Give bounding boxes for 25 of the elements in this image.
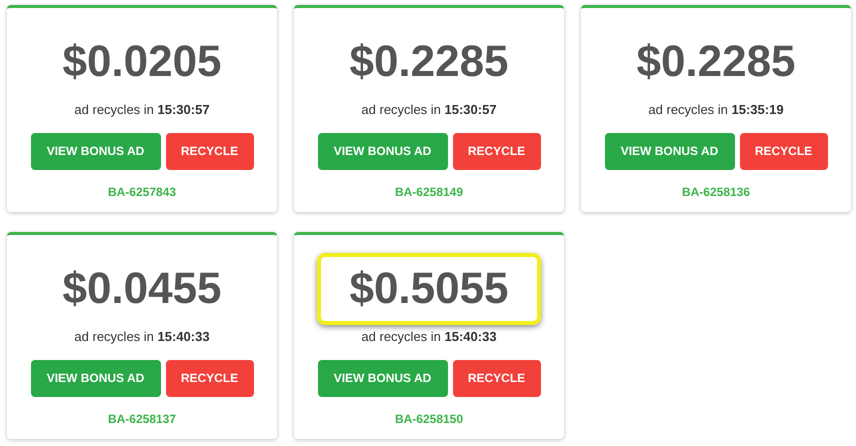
view-bonus-ad-button[interactable]: VIEW BONUS AD xyxy=(318,360,448,396)
view-bonus-ad-button[interactable]: VIEW BONUS AD xyxy=(30,132,160,170)
view-bonus-ad-button[interactable]: VIEW BONUS AD xyxy=(604,132,734,170)
recycle-button[interactable]: RECYCLE xyxy=(166,360,254,396)
price: $0.5055 xyxy=(349,265,509,313)
recycle-timer: ad recycles in 15:30:57 xyxy=(74,101,210,119)
recycle-timer: ad recycles in 15:40:33 xyxy=(361,328,497,346)
recycle-button[interactable]: RECYCLE xyxy=(452,360,540,396)
ad-id: BA-6258150 xyxy=(394,410,464,428)
price: $0.2285 xyxy=(636,38,796,86)
view-bonus-ad-button[interactable]: VIEW BONUS AD xyxy=(30,360,160,396)
recycle-button[interactable]: RECYCLE xyxy=(166,132,254,170)
view-bonus-ad-button[interactable]: VIEW BONUS AD xyxy=(318,132,448,170)
price: $0.2285 xyxy=(349,38,509,86)
recycle-button[interactable]: RECYCLE xyxy=(452,132,540,170)
ad-id: BA-6258149 xyxy=(394,184,464,200)
ad-id: BA-6258137 xyxy=(108,410,176,428)
recycle-timer: ad recycles in 15:40:33 xyxy=(74,328,210,346)
ad-id: BA-6257843 xyxy=(108,184,176,200)
ad-id: BA-6258136 xyxy=(682,184,750,200)
recycle-timer: ad recycles in 15:30:57 xyxy=(361,101,497,119)
price: $0.0455 xyxy=(62,265,222,313)
recycle-timer: ad recycles in 15:35:19 xyxy=(648,101,784,119)
price: $0.0205 xyxy=(62,38,222,86)
recycle-button[interactable]: RECYCLE xyxy=(740,132,828,170)
